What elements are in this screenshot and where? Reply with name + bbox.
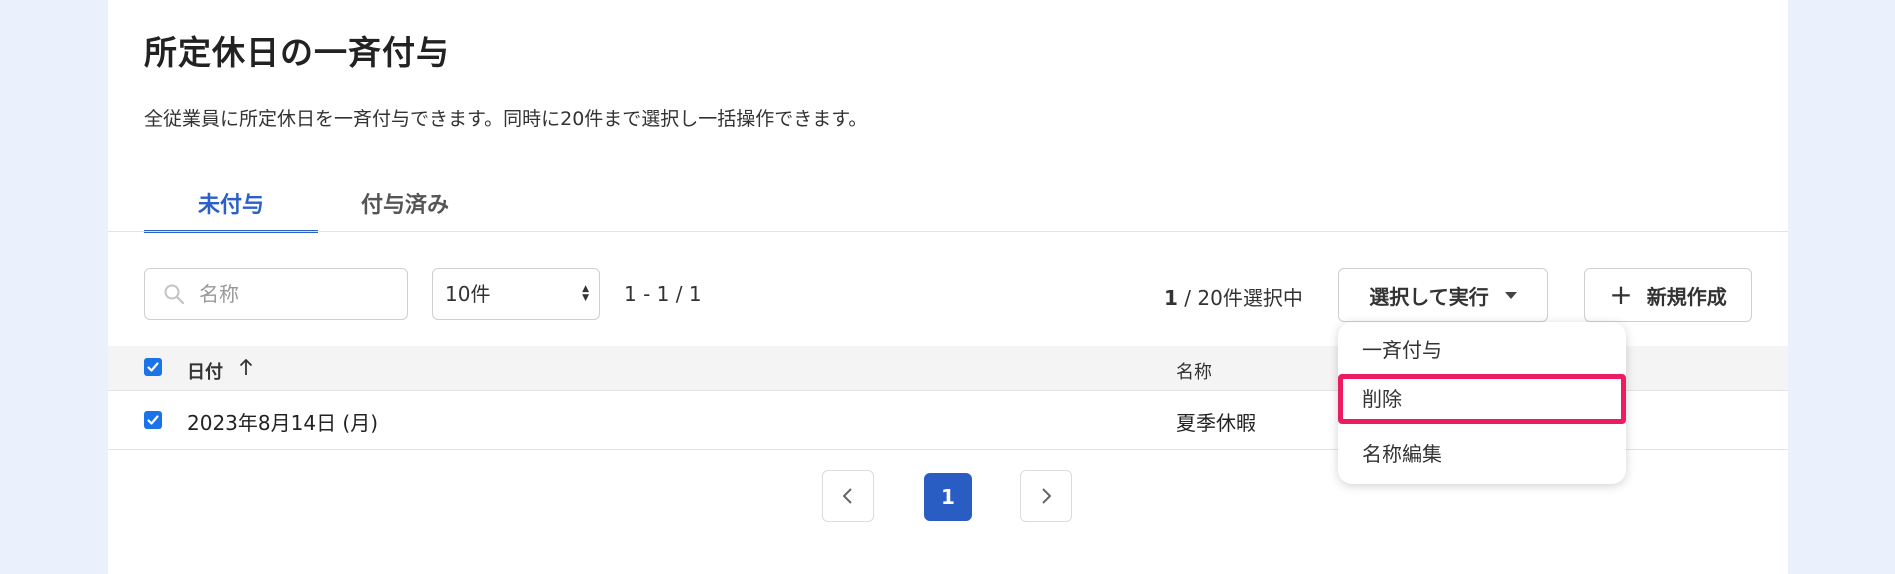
pagination-prev-button[interactable]	[822, 470, 874, 522]
bulk-action-button[interactable]: 選択して実行	[1338, 268, 1548, 322]
page-size-value: 10件	[445, 282, 491, 306]
tab-divider	[108, 231, 1788, 232]
plus-icon: +	[1609, 278, 1633, 311]
row-date: 2023年8月14日 (月)	[187, 411, 379, 435]
selection-count-number: 1	[1164, 286, 1178, 310]
result-range: 1 - 1 / 1	[624, 282, 702, 306]
page-title: 所定休日の一斉付与	[144, 33, 450, 72]
tab-ungranted[interactable]: 未付与	[144, 182, 318, 233]
page-description: 全従業員に所定休日を一斉付与できます。同時に20件まで選択し一括操作できます。	[144, 108, 868, 130]
sort-ascending-icon[interactable]	[238, 356, 254, 378]
chevron-right-icon	[1042, 488, 1051, 504]
create-new-button[interactable]: + 新規作成	[1584, 268, 1752, 322]
select-all-checkbox[interactable]	[144, 358, 162, 376]
row-name: 夏季休暇	[1176, 411, 1256, 435]
search-icon	[164, 284, 185, 305]
tab-granted[interactable]: 付与済み	[318, 182, 492, 230]
checkmark-icon	[147, 362, 159, 372]
pagination-next-button[interactable]	[1020, 470, 1072, 522]
column-header-name: 名称	[1176, 362, 1212, 383]
pagination-page-current[interactable]: 1	[924, 473, 972, 521]
select-arrows-icon: ▲ ▼	[582, 284, 589, 303]
search-box[interactable]	[144, 268, 408, 320]
main-panel: 所定休日の一斉付与 全従業員に所定休日を一斉付与できます。同時に20件まで選択し…	[108, 0, 1788, 574]
column-header-date[interactable]: 日付	[187, 358, 223, 384]
menu-item-bulk-grant[interactable]: 一斉付与	[1338, 325, 1626, 375]
menu-item-edit-name[interactable]: 名称編集	[1338, 429, 1626, 479]
checkmark-icon	[147, 415, 159, 425]
chevron-left-icon	[843, 488, 852, 504]
selection-count-suffix: / 20件選択中	[1177, 286, 1303, 310]
bulk-action-label: 選択して実行	[1369, 284, 1489, 309]
search-input[interactable]	[197, 281, 381, 307]
bulk-action-menu: 一斉付与 削除 名称編集	[1338, 322, 1626, 484]
selection-count: 1 / 20件選択中	[1164, 282, 1303, 311]
row-checkbox[interactable]	[144, 411, 162, 429]
menu-item-delete[interactable]: 削除	[1338, 374, 1626, 424]
caret-down-icon	[1504, 291, 1517, 299]
page-size-select[interactable]: 10件 ▲ ▼	[432, 268, 600, 320]
create-new-label: 新規作成	[1646, 284, 1727, 309]
